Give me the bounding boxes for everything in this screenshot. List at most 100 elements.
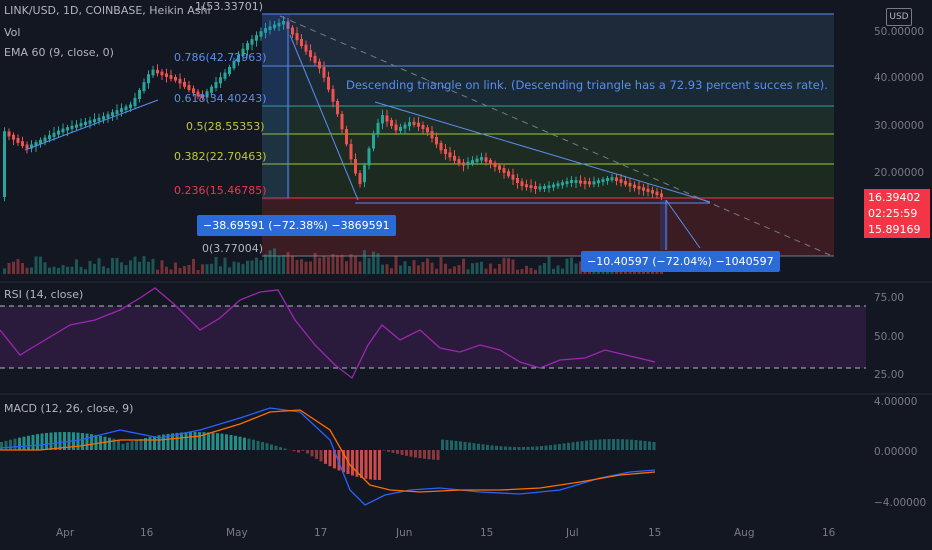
currency-button[interactable]: USD: [886, 8, 912, 26]
macd-hist-bar: [562, 443, 566, 450]
fib-label-0618: 0.618(34.40243): [174, 92, 267, 105]
symbol-title: LINK/USD, 1D, COINBASE, Heikin Ashi: [4, 4, 211, 17]
candle: [583, 180, 587, 184]
macd-hist-bar: [607, 439, 611, 450]
volume-bar: [489, 263, 492, 274]
candle: [57, 130, 60, 135]
vol-indicator-label[interactable]: Vol: [4, 26, 20, 39]
volume-bar: [394, 256, 398, 274]
fib-label-0236: 0.236(15.46785): [174, 184, 267, 197]
macd-hist-bar: [198, 432, 201, 450]
macd-hist-bar: [364, 450, 368, 479]
candle: [457, 159, 461, 165]
macd-hist-bar: [540, 446, 543, 450]
macd-hist-bar: [261, 442, 264, 450]
volume-bar: [466, 269, 470, 274]
candle: [183, 81, 186, 87]
candle: [250, 39, 254, 45]
macd-hist-bar: [216, 433, 219, 450]
candle: [390, 120, 393, 126]
volume-bar: [192, 258, 195, 274]
macd-hist-bar: [373, 450, 377, 480]
rsi-axis-50: 50.00: [874, 331, 905, 343]
measure-label-right[interactable]: −10.40597 (−72.04%) −1040597: [581, 251, 780, 272]
rsi-label[interactable]: RSI (14, close): [4, 288, 83, 301]
volume-bar: [439, 257, 443, 274]
macd-hist-bar: [76, 432, 80, 450]
macd-hist-bar: [445, 439, 449, 450]
volume-bar: [471, 263, 474, 274]
macd-axis-4: 4.00000: [874, 396, 918, 408]
macd-hist-bar: [180, 432, 183, 450]
candle: [66, 127, 69, 131]
candle: [327, 77, 330, 90]
volume-bar: [88, 260, 92, 274]
candle: [435, 137, 438, 145]
volume-bar: [525, 265, 528, 274]
candle: [340, 114, 344, 130]
candle: [646, 188, 650, 192]
macd-hist-bar: [634, 440, 638, 450]
candle: [133, 97, 137, 107]
macd-hist-bar: [531, 446, 534, 450]
volume-bar: [372, 251, 375, 274]
candle: [547, 185, 551, 189]
macd-hist-bar: [612, 439, 615, 450]
macd-hist-bar: [270, 444, 273, 450]
candle: [516, 178, 519, 183]
volume-bar: [156, 269, 159, 274]
candle: [97, 117, 101, 121]
macd-hist-bar: [252, 439, 255, 450]
candle: [120, 108, 123, 113]
volume-bar: [84, 269, 87, 274]
candle: [165, 73, 168, 77]
volume-bar: [538, 265, 542, 274]
volume-bar: [309, 261, 312, 274]
candle: [592, 181, 596, 185]
macd-label[interactable]: MACD (12, 26, close, 9): [4, 402, 133, 415]
measure-label-left[interactable]: −38.69591 (−72.38%) −3869591: [197, 215, 396, 236]
macd-hist-bar: [324, 450, 327, 464]
macd-hist-bar: [432, 450, 435, 460]
volume-bar: [48, 267, 51, 274]
macd-hist-bar: [625, 439, 629, 450]
candle: [507, 171, 510, 177]
candle: [376, 122, 380, 135]
volume-bar: [304, 261, 308, 274]
macd-hist-bar: [315, 450, 318, 459]
volume-bar: [196, 269, 200, 274]
candle: [619, 179, 623, 183]
candle: [448, 152, 452, 158]
macd-hist-bar: [211, 432, 215, 450]
candle: [520, 181, 524, 187]
time-axis-may: May: [226, 527, 248, 539]
macd-hist-bar: [225, 434, 228, 450]
candle: [394, 124, 398, 131]
macd-hist-bar: [535, 446, 539, 450]
volume-bar: [390, 268, 393, 274]
time-axis-jun-15: 15: [480, 527, 494, 539]
chart-annotation[interactable]: Descending triangle on link. (Descending…: [346, 78, 828, 92]
ema-indicator-label[interactable]: EMA 60 (9, close, 0): [4, 46, 114, 59]
candle: [597, 180, 600, 184]
candle: [475, 158, 479, 162]
volume-bar: [498, 263, 501, 274]
candle: [637, 186, 641, 190]
volume-bar: [210, 263, 213, 274]
candle: [214, 81, 218, 89]
macd-hist-bar: [0, 442, 3, 450]
candle: [358, 173, 362, 185]
macd-hist-bar: [45, 432, 48, 450]
volume-bar: [264, 254, 267, 274]
candle: [291, 27, 294, 35]
volume-bar: [120, 262, 123, 274]
rsi-axis-75: 75.00: [874, 292, 905, 304]
macd-hist-bar: [526, 446, 530, 450]
time-axis-aug-16: 16: [822, 527, 836, 539]
candle: [79, 123, 83, 127]
macd-hist-bar: [580, 441, 584, 450]
candle: [115, 110, 119, 115]
macd-hist-bar: [103, 436, 107, 450]
candle: [471, 160, 474, 164]
candle: [61, 128, 65, 133]
